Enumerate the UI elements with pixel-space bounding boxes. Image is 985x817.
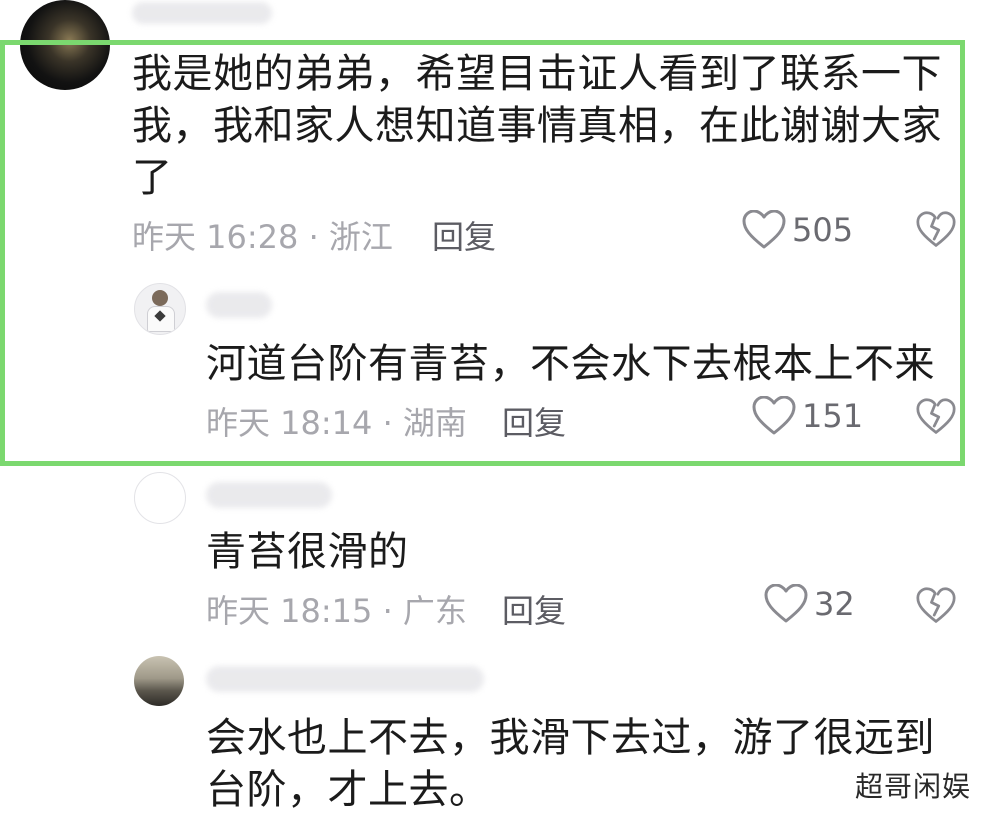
comment-meta: 昨天 18:15 · 广东 (206, 592, 467, 630)
like-count: 32 (814, 585, 855, 623)
comment-line: 会水也上不去，我滑下去过，游了很远到 (206, 715, 935, 761)
broken-heart-icon (916, 587, 956, 623)
highlight-box (0, 40, 965, 466)
watermark: 超哥闲娱 (854, 770, 971, 803)
like-button[interactable]: 32 (764, 584, 855, 624)
username-blurred[interactable] (132, 2, 272, 24)
avatar[interactable] (134, 656, 184, 706)
reply-button[interactable]: 回复 (502, 586, 566, 632)
username-blurred[interactable] (206, 482, 332, 508)
comment-text: 青苔很滑的 (206, 526, 409, 578)
heart-outline-icon (764, 584, 808, 623)
avatar[interactable] (134, 472, 186, 524)
comment-text: 会水也上不去，我滑下去过，游了很远到 台阶，才上去。 (206, 712, 935, 816)
dislike-button[interactable] (916, 586, 956, 630)
comment-line: 台阶，才上去。 (206, 767, 490, 813)
username-blurred[interactable] (206, 666, 484, 692)
comment-line: 青苔很滑的 (206, 529, 409, 575)
